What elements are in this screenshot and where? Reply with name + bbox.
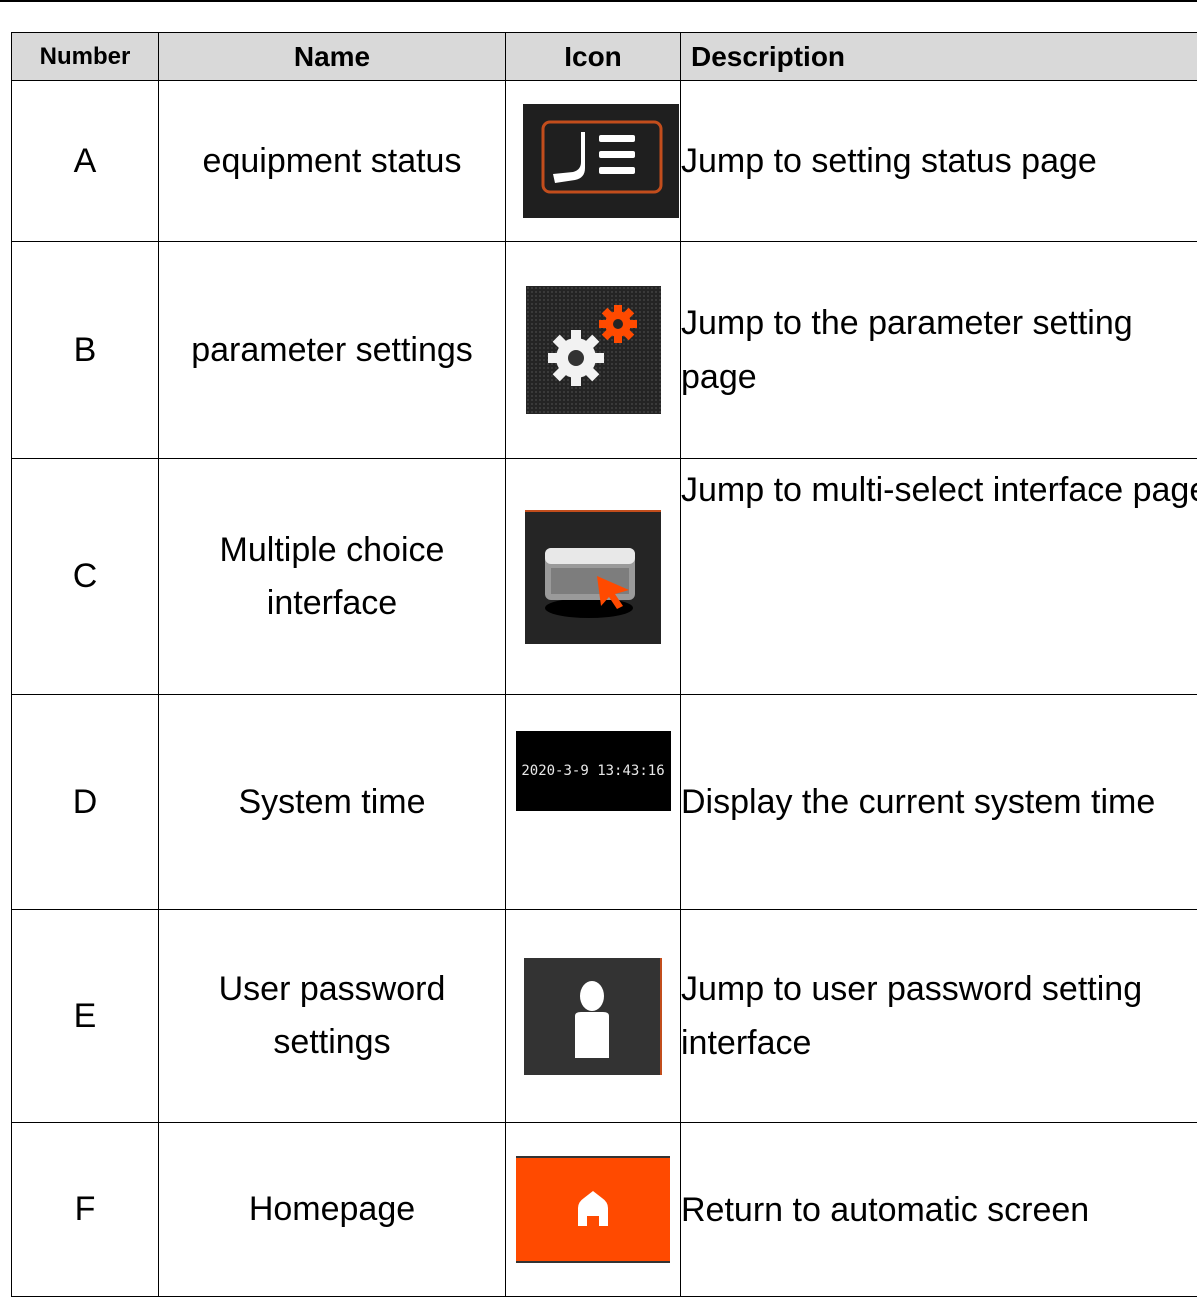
- row-number: E: [12, 910, 159, 1123]
- header-number: Number: [12, 33, 159, 81]
- row-description: Jump to multi-select interface page: [681, 459, 1197, 695]
- row-name: parameter settings: [159, 242, 506, 459]
- row-description: Jump to user password setting interface: [681, 910, 1197, 1123]
- row-icon-cell: [506, 459, 681, 695]
- row-description: Return to automatic screen: [681, 1123, 1197, 1297]
- row-number: B: [12, 242, 159, 459]
- table-row: B parameter settings: [12, 242, 1197, 459]
- table-row: A equipment status Jump to setting statu…: [12, 81, 1197, 242]
- top-rule: [0, 0, 1197, 2]
- header-name: Name: [159, 33, 506, 81]
- row-description: Jump to setting status page: [681, 81, 1197, 242]
- gears-icon: [526, 286, 661, 414]
- row-icon-cell: [506, 81, 681, 242]
- table-row: E User password settings Jump to user pa…: [12, 910, 1197, 1123]
- row-number: F: [12, 1123, 159, 1297]
- table-row: F Homepage Return to automatic screen: [12, 1123, 1197, 1297]
- row-description: Jump to the parameter setting page: [681, 242, 1197, 459]
- row-name: User password settings: [159, 910, 506, 1123]
- multi-select-window-icon: [525, 510, 661, 644]
- row-number: C: [12, 459, 159, 695]
- home-icon: [516, 1156, 670, 1263]
- row-number: A: [12, 81, 159, 242]
- row-name: System time: [159, 695, 506, 910]
- row-icon-cell: [506, 1123, 681, 1297]
- table-header-row: Number Name Icon Description: [12, 33, 1197, 81]
- row-icon-cell: [506, 242, 681, 459]
- user-icon: [524, 958, 662, 1075]
- table-row: D System time 2020-3-9 13:43:16 Display …: [12, 695, 1197, 910]
- row-name: Multiple choice interface: [159, 459, 506, 695]
- icon-reference-table: Number Name Icon Description A equipment…: [11, 32, 1197, 1297]
- equipment-status-icon: [523, 104, 679, 218]
- row-name: Homepage: [159, 1123, 506, 1297]
- header-description: Description: [681, 33, 1197, 81]
- system-time-display: 2020-3-9 13:43:16: [516, 731, 671, 811]
- row-name: equipment status: [159, 81, 506, 242]
- row-description: Display the current system time: [681, 695, 1197, 910]
- table-row: C Multiple choice interface Jump to mult…: [12, 459, 1197, 695]
- row-icon-cell: [506, 910, 681, 1123]
- header-icon: Icon: [506, 33, 681, 81]
- row-icon-cell: 2020-3-9 13:43:16: [506, 695, 681, 910]
- row-number: D: [12, 695, 159, 910]
